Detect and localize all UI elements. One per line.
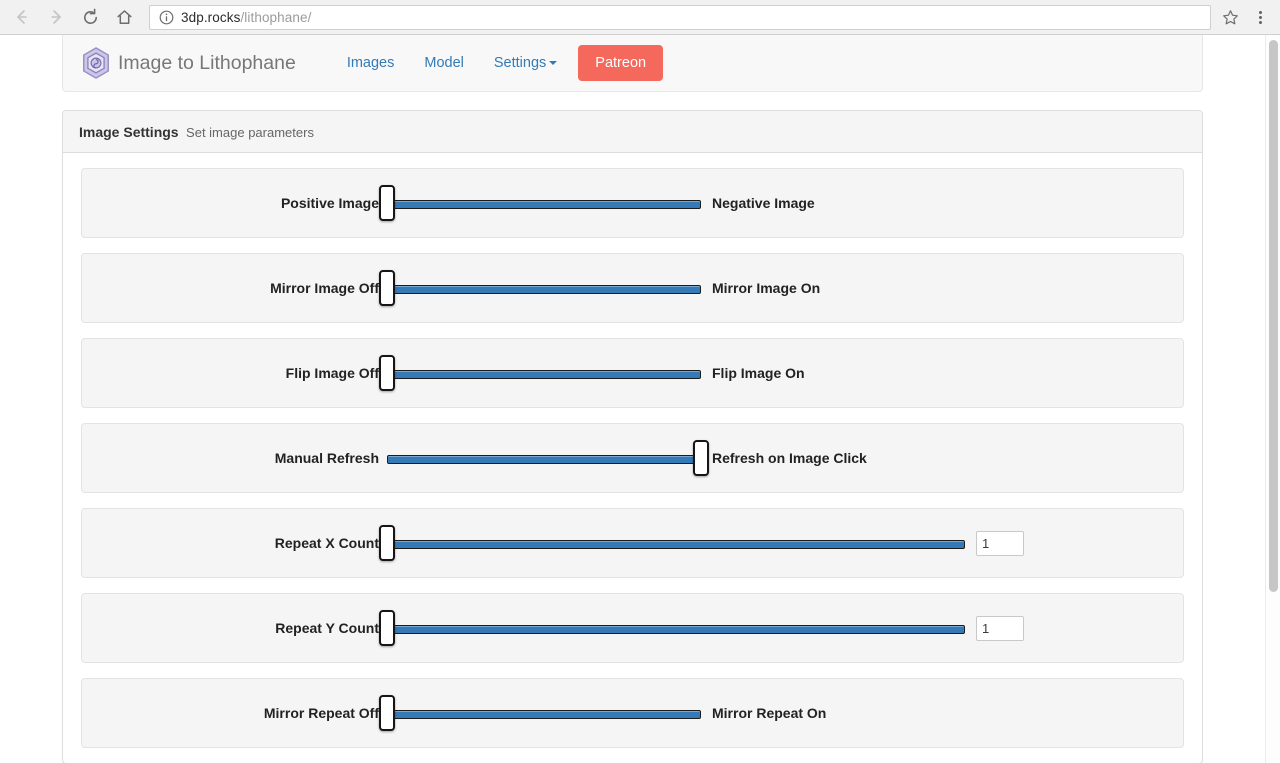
reload-button[interactable]: [75, 2, 105, 32]
slider-left-label: Repeat X Count: [274, 535, 379, 551]
page-scrollbar[interactable]: [1265, 35, 1280, 763]
back-button[interactable]: [7, 2, 37, 32]
nav-item-settings-label: Settings: [493, 54, 547, 71]
setting-row-repeat-y-count: Repeat Y Count: [81, 593, 1184, 663]
image-settings-panel: Image Settings Set image parameters Posi…: [62, 110, 1203, 763]
chevron-down-icon: [549, 60, 558, 65]
home-icon: [116, 9, 132, 24]
slider-handle[interactable]: [379, 355, 395, 391]
three-dot-menu-icon: [1258, 10, 1262, 14]
slider-left-label: Flip Image Off: [285, 365, 379, 381]
info-circle-icon[interactable]: [159, 10, 174, 25]
nav-links: Images Model Settings Patreon: [332, 35, 664, 91]
slider-handle[interactable]: [379, 185, 395, 221]
bookmark-star-icon: [1222, 9, 1238, 24]
browser-toolbar: 3dp.rocks/lithophane/: [0, 0, 1280, 35]
menu-dot: [1258, 20, 1262, 24]
slider-track: [387, 285, 701, 294]
slider-left-label: Manual Refresh: [274, 450, 379, 466]
slider-right-label: Negative Image: [712, 195, 815, 211]
panel-body: Positive Image Negative Image Mirror Ima…: [63, 153, 1202, 748]
slider-repeat-x-count[interactable]: [379, 525, 965, 561]
slider-left-label: Positive Image: [280, 195, 379, 211]
slider-repeat-y-count[interactable]: [379, 610, 965, 646]
patreon-button[interactable]: Patreon: [578, 45, 664, 81]
panel-subtitle: Set image parameters: [186, 125, 314, 140]
home-button[interactable]: [109, 2, 139, 32]
slider-track: [387, 200, 701, 209]
setting-row-refresh-mode: Manual Refresh Refresh on Image Click: [81, 423, 1184, 493]
slider-left-label: Mirror Repeat Off: [263, 705, 379, 721]
slider-handle[interactable]: [379, 525, 395, 561]
back-arrow-icon: [17, 10, 27, 24]
panel-title: Image Settings: [79, 124, 179, 140]
slider-track: [387, 370, 701, 379]
setting-row-repeat-x-count: Repeat X Count: [81, 508, 1184, 578]
slider-flip-image[interactable]: [379, 355, 701, 391]
slider-refresh-mode[interactable]: [387, 440, 709, 476]
nav-item-images[interactable]: Images: [332, 36, 410, 91]
slider-right-label: Flip Image On: [712, 365, 805, 381]
url-text: 3dp.rocks/lithophane/: [181, 10, 311, 25]
page-viewport: Image to Lithophane Images Model Setting…: [0, 35, 1265, 763]
slider-right-label: Refresh on Image Click: [712, 450, 867, 466]
url-path: /lithophane/: [240, 9, 312, 25]
slider-track: [387, 540, 965, 549]
nav-item-model[interactable]: Model: [409, 36, 479, 91]
slider-mirror-image[interactable]: [379, 270, 701, 306]
slider-handle[interactable]: [379, 610, 395, 646]
slider-left-label: Mirror Image Off: [270, 280, 379, 296]
slider-right-label: Mirror Repeat On: [712, 705, 827, 721]
slider-track: [387, 625, 965, 634]
repeat-y-count-input[interactable]: [976, 615, 1024, 641]
panel-header: Image Settings Set image parameters: [63, 111, 1202, 153]
slider-mirror-repeat[interactable]: [379, 695, 701, 731]
forward-button[interactable]: [41, 2, 71, 32]
setting-row-flip-image: Flip Image Off Flip Image On: [81, 338, 1184, 408]
repeat-x-count-input[interactable]: [976, 530, 1024, 556]
site-navbar: Image to Lithophane Images Model Setting…: [62, 35, 1203, 92]
slider-handle[interactable]: [379, 695, 395, 731]
slider-left-label: Repeat Y Count: [275, 620, 379, 636]
scrollbar-thumb[interactable]: [1269, 40, 1278, 592]
brand-link[interactable]: Image to Lithophane: [80, 46, 296, 80]
bookmark-button[interactable]: [1217, 5, 1243, 29]
slider-handle[interactable]: [693, 440, 709, 476]
slider-track: [387, 710, 701, 719]
slider-track: [387, 455, 701, 464]
setting-row-mirror-image: Mirror Image Off Mirror Image On: [81, 253, 1184, 323]
reload-icon: [83, 8, 97, 24]
slider-positive-negative-image[interactable]: [379, 185, 701, 221]
browser-menu-button[interactable]: [1245, 2, 1275, 32]
url-host: 3dp.rocks: [181, 9, 241, 25]
slider-right-label: Mirror Image On: [712, 280, 821, 296]
hexagon-logo-icon: [83, 47, 109, 79]
setting-row-mirror-repeat: Mirror Repeat Off Mirror Repeat On: [81, 678, 1184, 748]
brand-title: Image to Lithophane: [118, 51, 296, 74]
setting-row-positive-negative-image: Positive Image Negative Image: [81, 168, 1184, 238]
forward-arrow-icon: [51, 10, 61, 24]
address-bar[interactable]: 3dp.rocks/lithophane/: [149, 4, 1211, 30]
menu-dot: [1258, 15, 1262, 19]
nav-item-settings[interactable]: Settings: [479, 36, 572, 91]
slider-handle[interactable]: [379, 270, 395, 306]
